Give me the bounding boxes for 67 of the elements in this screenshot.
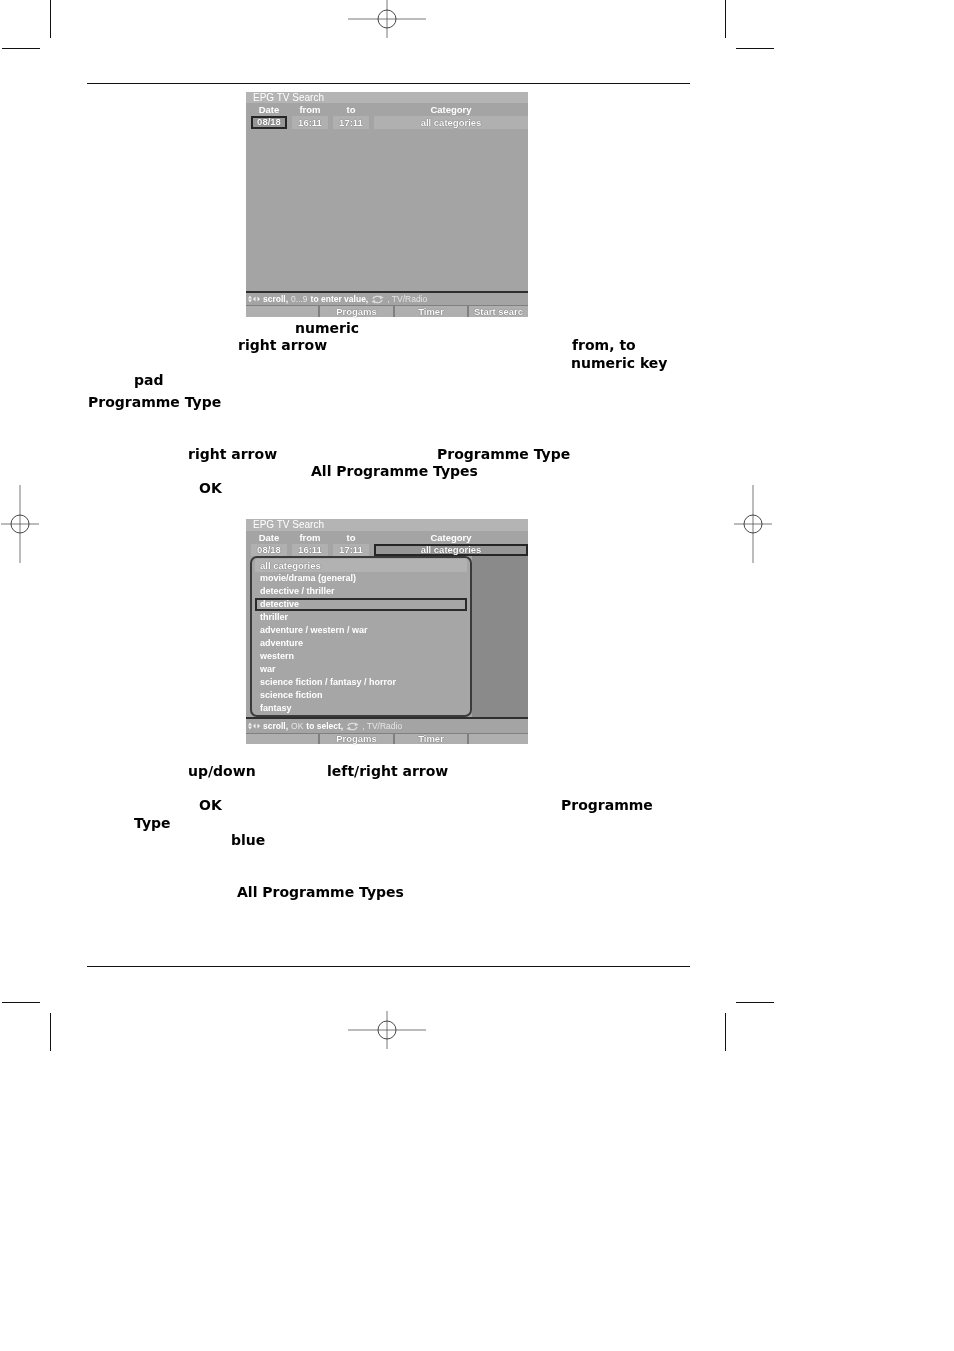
list-option[interactable]: western bbox=[255, 650, 467, 663]
function-button[interactable]: Progams bbox=[320, 306, 393, 317]
list-option[interactable]: adventure bbox=[255, 637, 467, 650]
arrow-keys-icon bbox=[248, 295, 260, 303]
function-button[interactable]: Progams bbox=[320, 734, 393, 744]
function-button[interactable]: Start searc bbox=[469, 306, 528, 317]
list-option[interactable]: science fiction / fantasy / horror bbox=[255, 676, 467, 689]
bold-term: left/right arrow bbox=[327, 763, 449, 780]
arrow-keys-icon bbox=[248, 722, 260, 730]
cycle-arrows-icon bbox=[346, 721, 360, 731]
bold-term: up/down bbox=[188, 763, 256, 780]
screen-title: EPG TV Search bbox=[246, 92, 528, 103]
bold-term: Programme bbox=[561, 797, 653, 814]
list-option[interactable]: detective / thriller bbox=[255, 585, 467, 598]
bold-term: right arrow bbox=[188, 446, 278, 463]
help-text: to enter value, bbox=[310, 294, 369, 304]
help-text: scroll, bbox=[263, 294, 289, 304]
bold-term: All Programme Types bbox=[237, 884, 404, 901]
value-field[interactable]: all categories bbox=[374, 116, 528, 129]
value-field[interactable]: 08/18 bbox=[251, 544, 287, 556]
list-option[interactable]: all categories bbox=[255, 559, 467, 572]
column-header: Category bbox=[430, 104, 472, 115]
column-header: Date bbox=[258, 532, 280, 543]
key-hint: , TV/Radio bbox=[387, 294, 428, 304]
list-option[interactable]: adventure / western / war bbox=[255, 624, 467, 637]
key-hint: , TV/Radio bbox=[362, 721, 403, 731]
key-hint: 0...9 bbox=[291, 294, 308, 304]
function-button[interactable]: Timer bbox=[395, 734, 467, 744]
registration-mark-icon bbox=[348, 0, 426, 38]
help-text: scroll, bbox=[263, 721, 289, 731]
bold-term: blue bbox=[231, 832, 266, 849]
column-header: from bbox=[299, 104, 321, 115]
cycle-arrows-icon bbox=[371, 294, 385, 304]
column-header: from bbox=[299, 532, 321, 543]
help-text: to select, bbox=[306, 721, 344, 731]
list-option[interactable]: fantasy bbox=[255, 702, 467, 715]
bold-term: Programme Type bbox=[88, 394, 222, 411]
bold-term: Type bbox=[134, 815, 171, 832]
value-field[interactable]: 08/18 bbox=[251, 116, 287, 129]
list-option[interactable]: movie/drama (general) bbox=[255, 572, 467, 585]
bold-term: right arrow bbox=[238, 337, 328, 354]
value-field[interactable]: all categories bbox=[374, 544, 528, 556]
bold-term: OK bbox=[199, 797, 222, 814]
column-header: Category bbox=[430, 532, 472, 543]
list-option[interactable]: detective bbox=[255, 598, 467, 611]
registration-mark-icon bbox=[1, 485, 39, 563]
function-button[interactable]: Timer bbox=[395, 306, 467, 317]
bold-term: Programme Type bbox=[437, 446, 571, 463]
bold-term: numeric key bbox=[571, 355, 668, 372]
list-option[interactable]: science fiction bbox=[255, 689, 467, 702]
bold-term: OK bbox=[199, 480, 222, 497]
bold-term: All Programme Types bbox=[311, 463, 478, 480]
bold-term: numeric bbox=[295, 320, 360, 337]
bold-term: from, to bbox=[572, 337, 636, 354]
value-field[interactable]: 16:11 bbox=[292, 544, 328, 556]
column-header: Date bbox=[258, 104, 280, 115]
column-header: to bbox=[346, 104, 356, 115]
column-header: to bbox=[346, 532, 356, 543]
list-option[interactable]: war bbox=[255, 663, 467, 676]
list-option[interactable]: thriller bbox=[255, 611, 467, 624]
screen-title: EPG TV Search bbox=[246, 519, 528, 531]
registration-mark-icon bbox=[734, 485, 772, 563]
value-field[interactable]: 17:11 bbox=[333, 116, 369, 129]
value-field[interactable]: 17:11 bbox=[333, 544, 369, 556]
bold-term: pad bbox=[134, 372, 164, 389]
value-field[interactable]: 16:11 bbox=[292, 116, 328, 129]
registration-mark-icon bbox=[348, 1011, 426, 1049]
